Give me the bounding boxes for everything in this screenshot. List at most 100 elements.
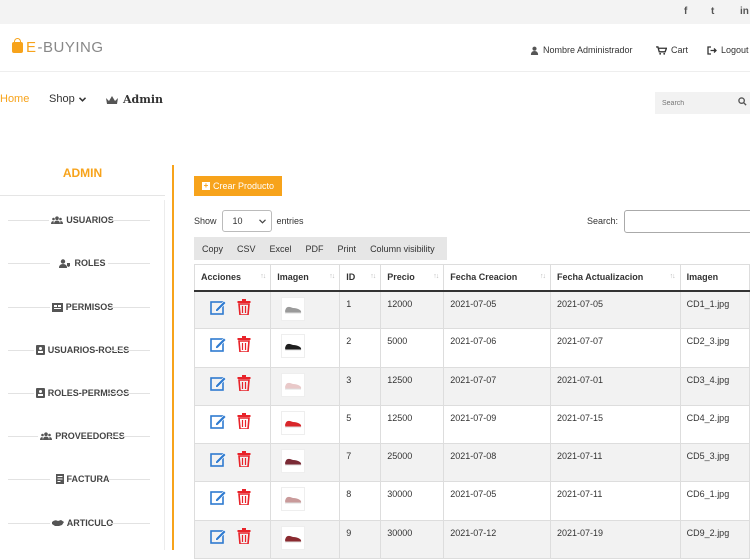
header: E -BUYING Nombre Administrador Cart Logo…: [0, 24, 750, 72]
image-file-cell: CD3_4.jpg: [679, 366, 750, 406]
id-cell: 3: [339, 366, 382, 406]
divider: [108, 350, 150, 351]
divider: [8, 523, 50, 524]
logo[interactable]: E -BUYING: [12, 38, 104, 56]
facebook-icon[interactable]: f: [684, 6, 687, 17]
edit-icon[interactable]: [210, 489, 227, 507]
shopping-bag-icon: [12, 38, 23, 53]
divider: [172, 165, 174, 550]
divider: [108, 523, 150, 524]
pdf-button[interactable]: PDF: [306, 244, 324, 254]
shoe-thumbnail[interactable]: [281, 487, 306, 512]
nav-home[interactable]: Home: [0, 93, 29, 105]
created-date-cell: 2021-07-05: [443, 289, 552, 330]
sidebar-item-usuarios-roles[interactable]: USUARIOS-ROLES: [0, 345, 165, 357]
shoe-thumbnail[interactable]: [281, 449, 306, 474]
sidebar-item-label: ARTICULO: [66, 518, 114, 528]
cart-link[interactable]: Cart: [656, 45, 688, 55]
sort-icon: ↑↓: [260, 273, 266, 280]
shoe-thumbnail[interactable]: [281, 525, 306, 550]
image-cell: [270, 519, 341, 559]
column-header-imagen[interactable]: Imagen ↑↓: [270, 264, 341, 292]
delete-icon[interactable]: [237, 489, 251, 507]
csv-button[interactable]: CSV: [237, 244, 256, 254]
shoe-thumbnail[interactable]: [281, 372, 306, 397]
delete-icon[interactable]: [237, 412, 251, 431]
divider: [8, 263, 50, 264]
sidebar-item-usuarios[interactable]: USUARIOS: [0, 215, 165, 226]
created-date-cell: 2021-07-05: [443, 481, 552, 521]
nav-shop[interactable]: Shop: [49, 93, 86, 105]
sidebar-item-label: USUARIOS: [66, 215, 114, 225]
delete-icon[interactable]: [237, 451, 251, 469]
linkedin-icon[interactable]: in: [740, 6, 749, 17]
delete-icon[interactable]: [237, 336, 251, 354]
delete-icon[interactable]: [237, 527, 251, 546]
logout-link[interactable]: Logout: [707, 45, 749, 55]
column-header-imagen-file[interactable]: Imagen: [679, 264, 750, 292]
id-cell: 8: [339, 481, 382, 521]
twitter-icon[interactable]: t: [711, 6, 714, 17]
create-product-button[interactable]: + Crear Producto: [194, 176, 282, 196]
nav-admin[interactable]: Admin: [105, 93, 163, 106]
products-table: Acciones ↑↓ Imagen ↑↓ ID ↑↓ Precio ↑↓ Fecha …: [193, 264, 750, 559]
divider: [108, 393, 150, 394]
site-search-input[interactable]: [655, 92, 735, 115]
sidebar-item-roles-permisos[interactable]: ROLES-PERMISOS: [0, 388, 165, 400]
updated-date-cell: 2021-07-01: [550, 366, 681, 406]
table-row: 5 12500 2021-07-09 2021-07-15 CD4_2.jpg: [193, 404, 750, 445]
admin-user-link[interactable]: Nombre Administrador: [530, 45, 633, 55]
column-header-id[interactable]: ID ↑↓: [339, 264, 382, 292]
updated-date-cell: 2021-07-19: [550, 519, 681, 559]
entries-select[interactable]: 10: [221, 210, 272, 232]
permissions-icon: [51, 302, 63, 312]
user-icon: [530, 46, 539, 55]
shoe-thumbnail[interactable]: [281, 334, 306, 359]
sidebar-title: ADMIN: [62, 166, 103, 180]
actions-cell: [193, 519, 272, 559]
cart-label: Cart: [671, 45, 689, 55]
admin-name: Nombre Administrador: [543, 45, 633, 55]
sidebar-item-permisos[interactable]: PERMISOS: [0, 302, 165, 314]
column-header-acciones[interactable]: Acciones ↑↓: [193, 264, 272, 292]
print-button[interactable]: Print: [338, 244, 357, 254]
sidebar-item-proveedores[interactable]: PROVEEDORES: [0, 431, 165, 442]
edit-icon[interactable]: [210, 299, 227, 317]
edit-icon[interactable]: [210, 451, 227, 469]
column-header-fecha-creacion[interactable]: Fecha Creacion ↑↓: [443, 264, 552, 292]
entries-control: Show 10 entries: [194, 210, 304, 232]
sort-icon: ↑↓: [433, 273, 439, 280]
copy-button[interactable]: Copy: [202, 244, 223, 254]
delete-icon[interactable]: [237, 374, 251, 393]
shoe-thumbnail[interactable]: [281, 296, 306, 321]
id-cell: 2: [339, 328, 382, 368]
search-icon[interactable]: [738, 97, 747, 108]
image-file-cell: CD2_3.jpg: [679, 328, 750, 368]
updated-date-cell: 2021-07-05: [550, 289, 681, 330]
column-visibility-button[interactable]: Column visibility: [370, 244, 435, 254]
sidebar-item-roles[interactable]: ROLES: [0, 258, 165, 270]
shoe-thumbnail[interactable]: [281, 410, 306, 435]
crown-icon: [106, 95, 118, 104]
users-icon: [40, 432, 53, 440]
price-cell: 30000: [380, 481, 445, 521]
image-cell: [270, 404, 341, 445]
excel-button[interactable]: Excel: [270, 244, 292, 254]
column-label: Fecha Creacion: [450, 272, 518, 283]
id-cell: 7: [339, 443, 382, 483]
edit-icon[interactable]: [210, 375, 227, 393]
edit-icon[interactable]: [210, 413, 227, 431]
sidebar-item-articulo[interactable]: ARTICULO: [0, 518, 165, 529]
sidebar-item-factura[interactable]: FACTURA: [0, 474, 165, 486]
table-row: 9 30000 2021-07-12 2021-07-19 CD9_2.jpg: [193, 519, 750, 559]
column-header-precio[interactable]: Precio ↑↓: [380, 264, 445, 292]
column-label: Acciones: [201, 272, 242, 283]
cart-icon: [656, 45, 667, 55]
table-search-input[interactable]: [624, 210, 750, 233]
sidebar-item-label: ROLES: [74, 258, 106, 268]
delete-icon[interactable]: [237, 298, 251, 317]
edit-icon[interactable]: [210, 336, 227, 354]
column-header-fecha-actualizacion[interactable]: Fecha Actualizacion ↑↓: [550, 264, 681, 292]
edit-icon[interactable]: [210, 528, 227, 546]
chevron-down-icon: [258, 218, 266, 224]
